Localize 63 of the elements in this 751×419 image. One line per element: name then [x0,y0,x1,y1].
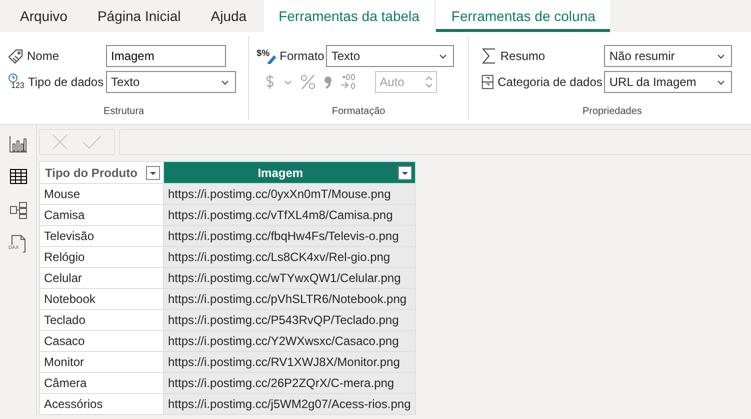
caret-icon [717,78,726,86]
ribbon-tab[interactable]: Ferramentas de coluna [436,0,610,32]
table-cell: Relógio [40,246,164,268]
model-icon[interactable] [8,201,28,220]
ribbon-tab[interactable]: Página Inicial [82,0,196,32]
table-cell: Televisão [40,226,164,246]
table-cell: https://i.postimg.cc/wTYwxQW1/Celular.png [164,268,416,288]
table-cell: https://i.postimg.cc/vTfXL4m8/Camisa.png [164,204,416,226]
field-label: Resumo [500,49,546,63]
filter-dropdown-icon [398,166,412,180]
field-label: Tipo de dados [28,75,104,89]
group-label: Propriedades [581,106,643,119]
table-cell: Casaco [40,330,164,352]
dropdown[interactable]: URL da Imagem [604,71,732,93]
column-header[interactable]: Tipo do Produto [40,162,164,184]
document-icon[interactable] [8,234,28,253]
table-cell: Monitor [40,352,164,372]
field-label: Categoria de dados [498,75,602,89]
filter-dropdown-icon [146,166,160,180]
dollar-icon [264,73,276,91]
dropdown[interactable]: Não resumir [604,45,732,67]
table-cell: Celular [40,268,164,288]
table-cell: https://i.postimg.cc/Y2WXwsxc/Casaco.png [164,330,416,352]
table-cell: https://i.postimg.cc/fbqHw4Fs/Televis-o.png [164,226,416,246]
group-label: Estrutura [102,106,146,119]
tag-icon [8,48,24,64]
table-cell: https://i.postimg.cc/j5WM2g07/Acess-rios.png [164,394,416,414]
caret-icon [439,52,448,60]
percent-icon [300,74,316,90]
table-cell: https://i.postimg.cc/RV1XWJ8X/Monitor.png [164,352,416,372]
table-cell: Mouse [40,184,164,204]
bar-chart-icon[interactable] [8,135,28,154]
decimal-places-icon [340,73,356,91]
table-cell: Câmera [40,372,164,394]
caret-icon [717,52,726,60]
caret-icon [284,78,292,86]
table-cell: Acessórios [40,394,164,414]
table-cell: Teclado [40,310,164,330]
caret-icon [221,78,229,86]
cabinet-icon [481,73,495,91]
ribbon-tab[interactable]: Arquivo [5,0,82,32]
column-header[interactable]: Imagem [164,162,416,184]
dropdown[interactable]: Texto [106,71,236,93]
table-cell: https://i.postimg.cc/Ls8CK4xv/Rel-gio.png [164,246,416,268]
icon-text: $% [256,48,270,60]
group-label: Formatação [330,106,386,119]
table-cell: https://i.postimg.cc/0yxXn0mT/Mouse.png [164,184,416,204]
ribbon-tab[interactable]: Ajuda [196,0,262,32]
table-cell: Notebook [40,288,164,310]
field-label: Formato [280,49,324,63]
comma-icon [324,75,332,89]
table-cell: https://i.postimg.cc/26P2ZQrX/C-mera.png [164,372,416,394]
table-cell: https://i.postimg.cc/pVhSLTR6/Notebook.png [164,288,416,310]
table-cell: Camisa [40,204,164,226]
icon-text: 123 [11,81,24,90]
table-icon[interactable] [8,168,28,187]
clock-icon [8,73,18,83]
ribbon-tab[interactable]: Ferramentas da tabela [264,0,434,32]
table-cell: https://i.postimg.cc/P543RvQP/Teclado.png [164,310,416,330]
field-label: Nome [27,49,60,63]
spin-arrows-icon [424,75,433,89]
name-field[interactable]: Imagem [106,45,226,67]
sigma-icon [481,47,498,65]
